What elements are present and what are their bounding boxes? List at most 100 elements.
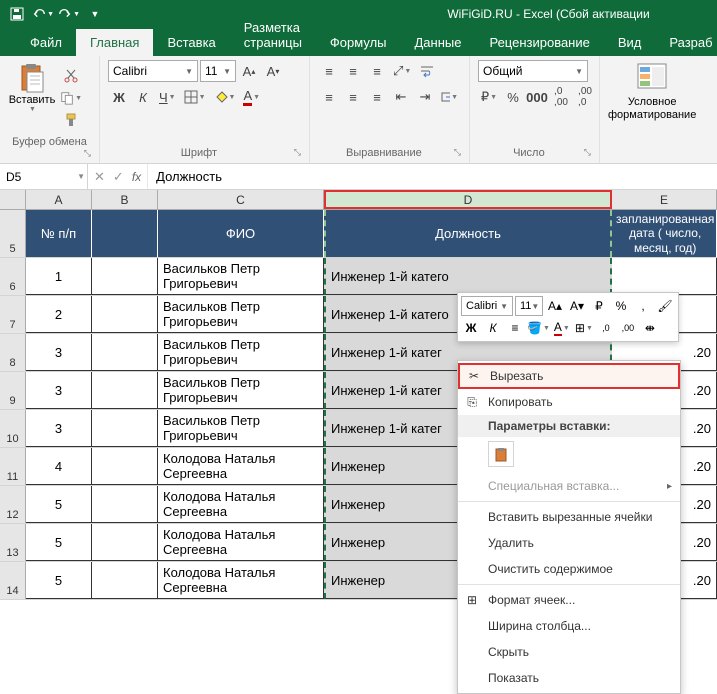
- font-name-select[interactable]: Calibri▼: [108, 60, 198, 82]
- font-launcher-icon[interactable]: ⤡: [294, 147, 301, 158]
- tab-view[interactable]: Вид: [604, 29, 656, 56]
- wrap-text-button[interactable]: [416, 60, 438, 82]
- format-painter-button[interactable]: [60, 110, 82, 130]
- cell-fio[interactable]: Васильков Петр Григорьевич: [158, 334, 324, 371]
- paste-button[interactable]: Вставить ▼: [8, 60, 56, 136]
- name-box[interactable]: D5▼: [0, 164, 88, 189]
- tab-formulas[interactable]: Формулы: [316, 29, 401, 56]
- align-left-button[interactable]: ≡: [318, 86, 340, 108]
- tab-data[interactable]: Данные: [401, 29, 476, 56]
- fx-icon[interactable]: fx: [132, 170, 141, 184]
- cell-fio[interactable]: Колодова Наталья Сергеевна: [158, 562, 324, 599]
- header-fio[interactable]: ФИО: [158, 210, 324, 257]
- tab-file[interactable]: Файл: [16, 29, 76, 56]
- mini-bold[interactable]: Ж: [461, 318, 481, 338]
- mini-increase-font[interactable]: A▴: [545, 296, 565, 316]
- comma-format-button[interactable]: 000: [526, 86, 548, 108]
- save-icon[interactable]: [6, 3, 28, 25]
- bold-button[interactable]: Ж: [108, 86, 130, 108]
- number-launcher-icon[interactable]: ⤡: [584, 147, 591, 158]
- mini-font-size[interactable]: 11▼: [515, 296, 543, 316]
- tab-home[interactable]: Главная: [76, 29, 153, 56]
- mini-decrease-font[interactable]: A▾: [567, 296, 587, 316]
- mini-accounting[interactable]: ₽: [589, 296, 609, 316]
- mini-font-color[interactable]: А▼: [552, 318, 572, 338]
- tab-review[interactable]: Рецензирование: [475, 29, 603, 56]
- align-center-button[interactable]: ≡: [342, 86, 364, 108]
- cell-blank[interactable]: [92, 448, 158, 485]
- row-header[interactable]: 5: [0, 210, 26, 257]
- col-header-a[interactable]: A: [26, 190, 92, 209]
- row-header[interactable]: 11: [0, 448, 26, 485]
- cut-button[interactable]: [60, 66, 82, 86]
- tab-developer[interactable]: Разраб: [655, 29, 717, 56]
- mini-merge[interactable]: ⇼: [640, 318, 660, 338]
- ctx-copy[interactable]: ⎘ Копировать: [458, 389, 680, 415]
- cell-fio[interactable]: Васильков Петр Григорьевич: [158, 258, 324, 295]
- ctx-paste-special[interactable]: Специальная вставка...▸: [458, 473, 680, 499]
- ctx-column-width[interactable]: Ширина столбца...: [458, 613, 680, 639]
- decrease-font-button[interactable]: A▾: [262, 60, 284, 82]
- row-header[interactable]: 10: [0, 410, 26, 447]
- cell-np[interactable]: 1: [26, 258, 92, 295]
- header-date[interactable]: запланированная дата ( число, месяц, год…: [612, 210, 717, 257]
- row-header[interactable]: 14: [0, 562, 26, 599]
- increase-font-button[interactable]: A▴: [238, 60, 260, 82]
- cell-np[interactable]: 2: [26, 296, 92, 333]
- paste-option-default[interactable]: [488, 441, 514, 467]
- cell-np[interactable]: 3: [26, 410, 92, 447]
- font-size-select[interactable]: 11▼: [200, 60, 236, 82]
- col-header-c[interactable]: C: [158, 190, 324, 209]
- accept-formula-icon[interactable]: ✓: [113, 169, 124, 185]
- cell-np[interactable]: 5: [26, 524, 92, 561]
- clipboard-launcher-icon[interactable]: ⤡: [84, 148, 91, 159]
- border-button[interactable]: ▼: [181, 86, 209, 108]
- col-header-d[interactable]: D: [324, 190, 612, 209]
- cell-fio[interactable]: Васильков Петр Григорьевич: [158, 410, 324, 447]
- header-np[interactable]: № п/п: [26, 210, 92, 257]
- cell-blank[interactable]: [92, 486, 158, 523]
- mini-comma[interactable]: ,: [633, 296, 653, 316]
- percent-format-button[interactable]: %: [502, 86, 524, 108]
- cell-fio[interactable]: Колодова Наталья Сергеевна: [158, 486, 324, 523]
- ctx-format-cells[interactable]: ⊞ Формат ячеек...: [458, 587, 680, 613]
- increase-indent-button[interactable]: ⇥: [414, 86, 436, 108]
- ctx-delete[interactable]: Удалить: [458, 530, 680, 556]
- mini-italic[interactable]: К: [483, 318, 503, 338]
- select-all-corner[interactable]: [0, 190, 26, 209]
- cell-blank[interactable]: [92, 334, 158, 371]
- merge-button[interactable]: ▼: [438, 86, 461, 108]
- underline-button[interactable]: Ч▼: [156, 86, 179, 108]
- col-header-b[interactable]: B: [92, 190, 158, 209]
- orientation-button[interactable]: ⤢▼: [390, 60, 414, 82]
- cell-np[interactable]: 3: [26, 334, 92, 371]
- row-header[interactable]: 6: [0, 258, 26, 295]
- conditional-formatting-button[interactable]: Условное форматирование: [600, 56, 704, 163]
- mini-inc-dec[interactable]: ,0: [596, 318, 616, 338]
- row-header[interactable]: 12: [0, 486, 26, 523]
- increase-decimal-button[interactable]: ,0,00: [550, 86, 572, 108]
- cell-date[interactable]: [612, 258, 717, 295]
- cell-np[interactable]: 5: [26, 486, 92, 523]
- mini-border[interactable]: ⊞▼: [574, 318, 594, 338]
- col-header-e[interactable]: E: [612, 190, 717, 209]
- font-color-button[interactable]: А▼: [240, 86, 263, 108]
- ctx-insert-cut-cells[interactable]: Вставить вырезанные ячейки: [458, 504, 680, 530]
- cell-np[interactable]: 5: [26, 562, 92, 599]
- italic-button[interactable]: К: [132, 86, 154, 108]
- row-header[interactable]: 9: [0, 372, 26, 409]
- ctx-show[interactable]: Показать: [458, 665, 680, 691]
- header-pos[interactable]: Должность: [324, 210, 612, 257]
- tab-insert[interactable]: Вставка: [153, 29, 229, 56]
- number-format-select[interactable]: Общий▼: [478, 60, 588, 82]
- ctx-cut[interactable]: ✂ Вырезать: [458, 363, 680, 389]
- cell-blank[interactable]: [92, 562, 158, 599]
- align-top-button[interactable]: ≡: [318, 60, 340, 82]
- fill-color-button[interactable]: ▼: [211, 86, 239, 108]
- cell-pos[interactable]: Инженер 1-й катего: [324, 258, 612, 295]
- decrease-decimal-button[interactable]: ,00,0: [574, 86, 596, 108]
- mini-percent[interactable]: %: [611, 296, 631, 316]
- redo-icon[interactable]: ▼: [58, 3, 80, 25]
- ctx-clear[interactable]: Очистить содержимое: [458, 556, 680, 582]
- row-header[interactable]: 13: [0, 524, 26, 561]
